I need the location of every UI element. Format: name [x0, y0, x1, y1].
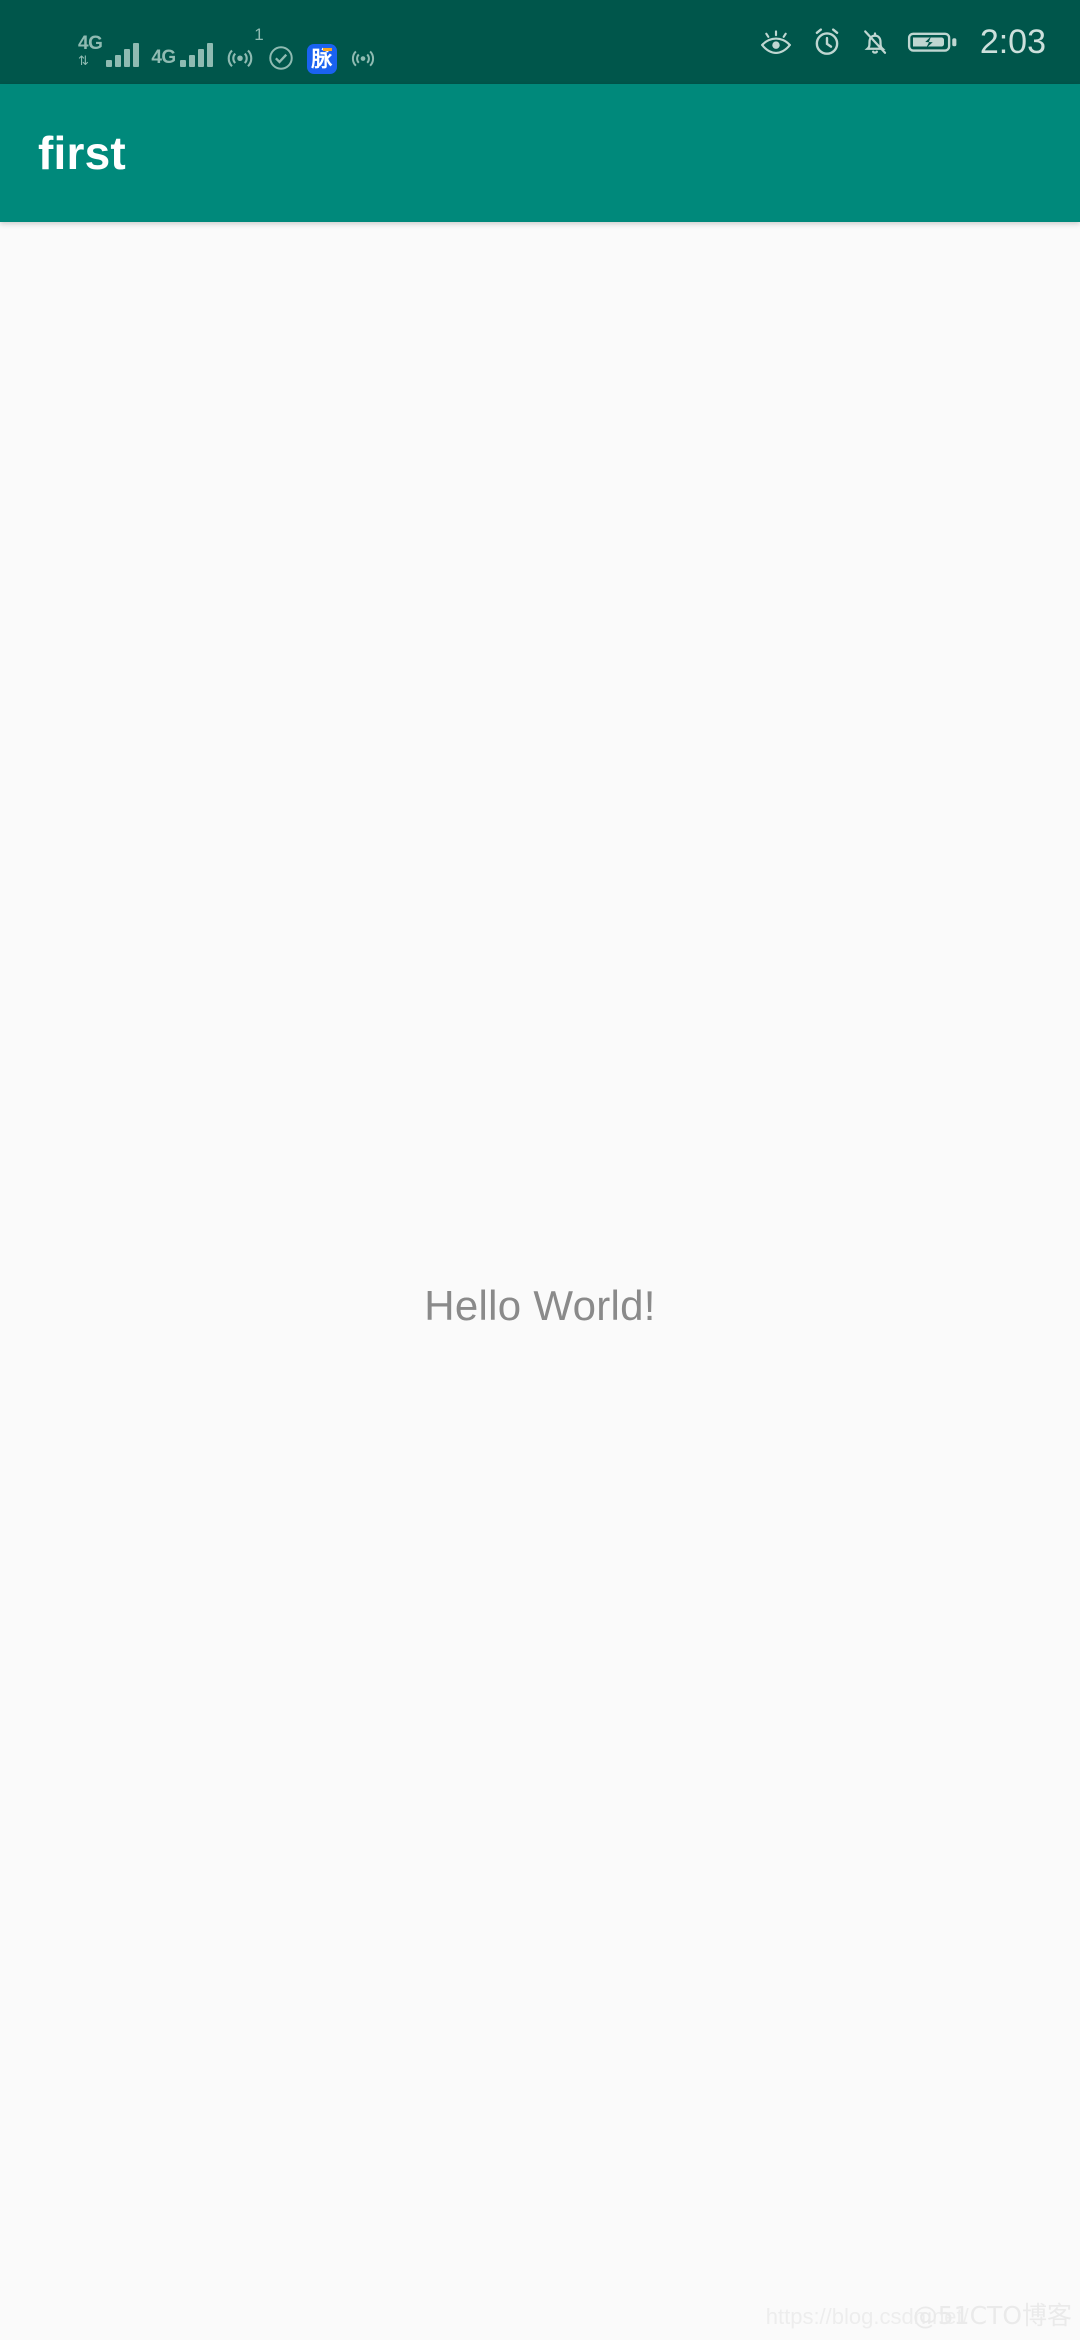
hotspot-icon: 1 [225, 26, 264, 84]
signal-4g-sim2-icon: 4G [151, 21, 213, 84]
battery-charging-icon [907, 27, 961, 57]
app-bar-title: first [38, 127, 126, 179]
app-bar: first [0, 84, 1080, 222]
alarm-clock-icon [811, 26, 843, 58]
status-bar: 4G ⇅ 4G 1 脉 2:03 [0, 0, 1080, 84]
watermark: https://blog.csdn.net/ @51CTO博客 [766, 2296, 1072, 2332]
signal-4g-sim1-label: 4G ⇅ [78, 33, 103, 68]
signal-4g-sim1-icon: 4G ⇅ [78, 21, 140, 84]
eye-comfort-icon [758, 27, 794, 57]
signal-bars-sim1-icon [106, 41, 140, 67]
status-bar-left-icons: 4G ⇅ 4G 1 脉 [0, 0, 377, 84]
wifi-point-icon [349, 44, 377, 72]
status-bar-clock: 2:03 [979, 22, 1046, 61]
signal-bars-sim2-icon [179, 41, 213, 67]
data-transfer-arrows-icon: ⇅ [78, 53, 89, 68]
hotspot-count-badge: 1 [254, 25, 264, 44]
main-content: Hello World! https://blog.csdn.net/ @51C… [0, 222, 1080, 2340]
hotspot-glyph-icon [225, 42, 255, 72]
signal-4g-sim2-text: 4G [151, 47, 176, 68]
watermark-tag: @51CTO博客 [912, 2301, 1072, 2330]
hello-world-text: Hello World! [424, 1282, 656, 1329]
status-bar-right-icons: 2:03 [758, 23, 1058, 62]
watermark-url: https://blog.csdn.net/ [765, 2304, 969, 2329]
phone-screen: 4G ⇅ 4G 1 脉 2:03 first Hello World! http… [0, 0, 1080, 2340]
bell-muted-icon [860, 26, 890, 58]
signal-4g-sim2-label: 4G [151, 47, 176, 68]
maimai-app-icon: 脉 [306, 44, 337, 74]
check-circle-icon [267, 44, 295, 72]
maimai-glyph: 脉 [311, 46, 333, 71]
signal-4g-sim1-text: 4G [78, 33, 103, 54]
